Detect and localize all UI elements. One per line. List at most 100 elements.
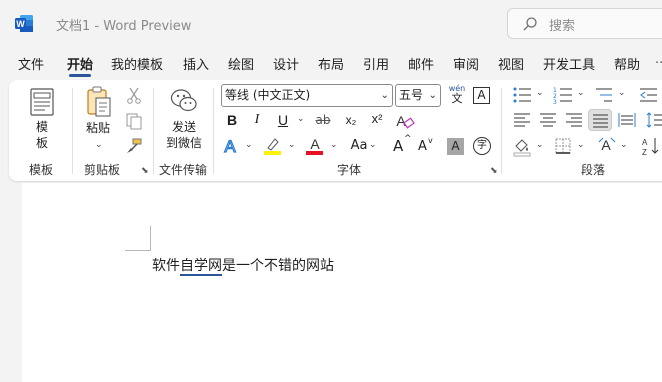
caret-down-icon: v (428, 136, 433, 145)
clipboard-launcher-icon[interactable]: ⬊ (141, 166, 149, 176)
more-tabs-button[interactable]: ... (655, 52, 662, 67)
text-effects-chevron-icon[interactable]: ⌄ (245, 140, 253, 150)
borders-icon[interactable] (554, 137, 572, 155)
superscript-button[interactable]: x² (367, 111, 387, 126)
group-label-template: 模板 (29, 163, 54, 177)
change-case-chevron-icon[interactable]: ⌄ (369, 140, 377, 150)
font-size-dropdown[interactable]: 五号 ⌄ (395, 84, 441, 107)
multilevel-list-icon[interactable] (594, 86, 614, 104)
chinese-layout-chevron-icon[interactable]: ⌄ (620, 140, 628, 150)
underline-button[interactable]: U (273, 112, 293, 128)
paste-button[interactable]: 粘贴 ⌄ (81, 86, 115, 156)
paste-dropdown-chevron-icon[interactable]: ⌄ (95, 140, 103, 150)
font-color-icon[interactable]: A (305, 136, 325, 156)
character-shading-button[interactable]: A (447, 138, 464, 155)
ribbon-tabs: 文件 开始 我的模板 插入 绘图 设计 布局 引用 邮件 审阅 视图 开发工具 … (0, 50, 662, 78)
clear-formatting-icon[interactable]: A (395, 112, 415, 130)
tab-design[interactable]: 设计 (273, 54, 299, 73)
shading-icon[interactable] (512, 137, 532, 157)
font-launcher-icon[interactable]: ⬊ (490, 166, 498, 176)
tab-developer[interactable]: 开发工具 (543, 54, 595, 73)
wechat-icon (170, 89, 197, 112)
numbering-icon[interactable]: 1 2 3 (553, 86, 573, 104)
text-run: 是一个不错的网站 (222, 258, 334, 274)
svg-text:A: A (642, 138, 648, 147)
svg-text:Z: Z (642, 148, 647, 156)
enclose-characters-button[interactable]: 字 (473, 137, 491, 155)
group-separator (213, 88, 214, 174)
shrink-font-button[interactable]: A v (416, 136, 438, 156)
cut-icon[interactable] (125, 86, 143, 104)
send-label-2: 到微信 (165, 136, 202, 150)
numbering-chevron-icon[interactable]: ⌄ (577, 88, 585, 98)
ribbon-panel: 模 板 模板 粘贴 ⌄ 剪贴板 ⬊ 发送 到微信 文件传输 等线 (中文正文) … (9, 80, 662, 181)
caret-up-icon: ^ (404, 134, 412, 144)
template-button[interactable]: 模 板 (25, 86, 59, 156)
font-size-value: 五号 (399, 88, 424, 102)
chevron-down-icon: ⌄ (428, 90, 437, 101)
distributed-icon[interactable] (618, 112, 636, 128)
search-icon (523, 17, 537, 31)
document-page[interactable] (22, 183, 662, 382)
send-to-wechat-button[interactable]: 发送 到微信 (159, 86, 209, 156)
grow-font-button[interactable]: A ^ (391, 134, 413, 156)
align-left-icon[interactable] (513, 112, 531, 128)
multilevel-chevron-icon[interactable]: ⌄ (618, 88, 626, 98)
character-shading-label: A (451, 139, 460, 153)
character-border-label: A (477, 88, 486, 102)
search-box[interactable]: 搜索 (507, 8, 662, 39)
paste-icon (87, 86, 111, 117)
tab-references[interactable]: 引用 (363, 54, 389, 73)
template-label-1: 模 (35, 120, 48, 134)
bold-button[interactable]: B (222, 112, 242, 128)
tab-home[interactable]: 开始 (67, 54, 93, 73)
underline-dropdown-chevron-icon[interactable]: ⌄ (297, 114, 305, 124)
character-border-button[interactable]: A (473, 87, 490, 104)
align-right-icon[interactable] (565, 112, 583, 128)
svg-text:A: A (396, 113, 406, 129)
italic-button[interactable]: I (247, 112, 267, 128)
document-paragraph[interactable]: 软件自学网是一个不错的网站 (152, 255, 334, 276)
format-painter-icon[interactable] (125, 137, 143, 155)
font-color-chevron-icon[interactable]: ⌄ (330, 140, 338, 150)
copy-icon[interactable] (125, 112, 143, 130)
tab-my-templates[interactable]: 我的模板 (111, 54, 163, 73)
change-case-button[interactable]: Aa (347, 138, 371, 153)
align-center-icon[interactable] (539, 112, 557, 128)
highlighter-icon[interactable] (263, 136, 283, 156)
justify-button[interactable] (588, 109, 612, 131)
phonetic-bottom: 文 (451, 92, 463, 105)
tab-draw[interactable]: 绘图 (228, 54, 254, 73)
bullets-icon[interactable] (512, 86, 532, 104)
svg-text:W: W (16, 19, 25, 29)
tab-mailings[interactable]: 邮件 (408, 54, 434, 73)
shrink-font-label: A (418, 139, 427, 154)
underlined-text-run: 自学网 (180, 258, 222, 276)
sort-icon[interactable]: A Z (641, 136, 661, 156)
tab-help[interactable]: 帮助 (614, 54, 640, 73)
svg-text:A: A (224, 137, 236, 156)
bullets-chevron-icon[interactable]: ⌄ (536, 88, 544, 98)
subscript-button[interactable]: x₂ (341, 113, 361, 127)
text-effects-icon[interactable]: A (221, 136, 239, 156)
text-run: 软件 (152, 258, 180, 274)
strikethrough-button[interactable]: ab (313, 113, 333, 127)
template-icon (30, 88, 54, 116)
shading-chevron-icon[interactable]: ⌄ (536, 140, 544, 150)
highlighter-chevron-icon[interactable]: ⌄ (288, 140, 296, 150)
line-spacing-icon[interactable] (646, 112, 662, 128)
tab-review[interactable]: 审阅 (453, 54, 479, 73)
font-name-dropdown[interactable]: 等线 (中文正文) ⌄ (221, 84, 393, 107)
tab-view[interactable]: 视图 (498, 54, 524, 73)
borders-chevron-icon[interactable]: ⌄ (577, 140, 585, 150)
group-label-font: 字体 (337, 163, 362, 177)
decrease-indent-icon[interactable] (638, 86, 658, 104)
chinese-layout-icon[interactable]: A (597, 136, 617, 156)
tab-file[interactable]: 文件 (18, 54, 44, 73)
group-separator (72, 88, 73, 174)
tab-layout[interactable]: 布局 (318, 54, 344, 73)
phonetic-guide-button[interactable]: wén 文 (447, 84, 467, 108)
svg-text:A: A (310, 136, 320, 152)
tab-insert[interactable]: 插入 (183, 54, 209, 73)
group-separator (501, 88, 502, 174)
